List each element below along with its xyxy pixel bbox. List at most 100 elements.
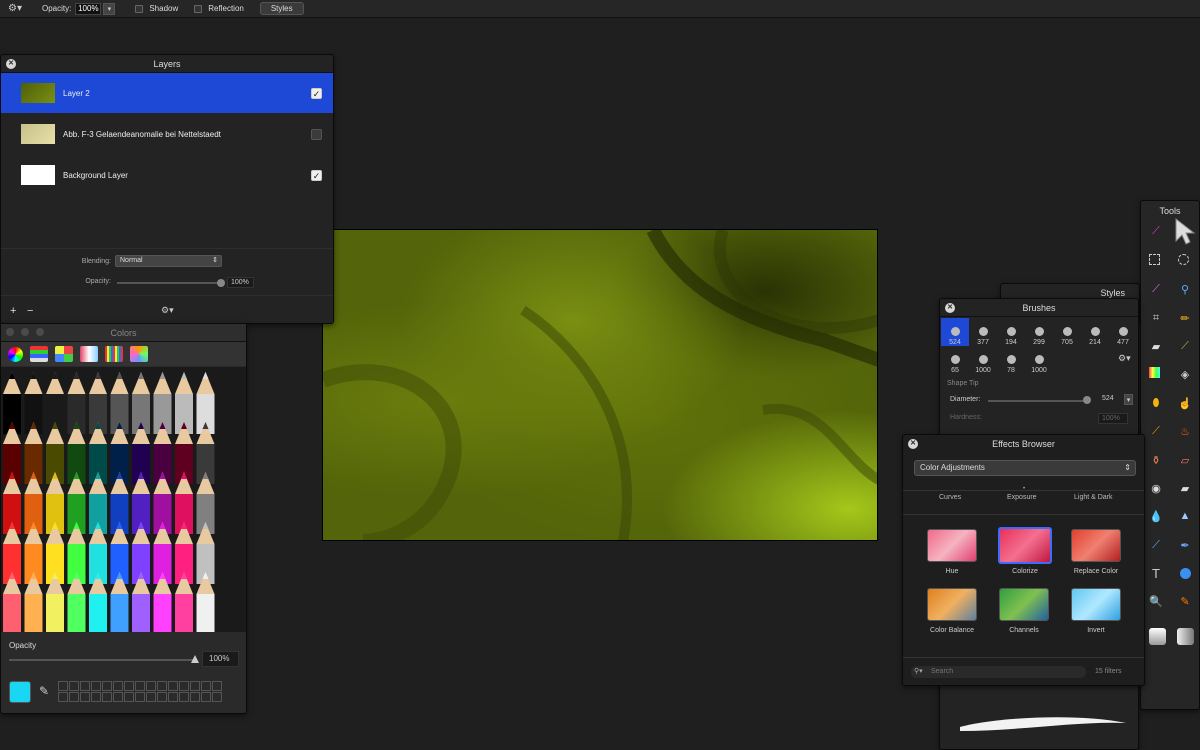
effect-color-balance-thumbnail[interactable] [927, 588, 977, 621]
effects-search-input[interactable] [911, 666, 1086, 678]
brush-preset[interactable]: 705 [1053, 318, 1081, 346]
paint-brush-icon[interactable]: ⟋ [1178, 339, 1192, 353]
remove-layer-button[interactable]: − [27, 305, 33, 317]
window-zoom-button[interactable] [36, 328, 44, 336]
color-opacity-field[interactable]: 100% [202, 651, 239, 667]
empty-swatch[interactable] [80, 692, 90, 702]
magic-wand-icon[interactable]: ⟋ [1149, 224, 1163, 238]
blur-drop-icon[interactable]: 💧 [1149, 509, 1163, 523]
pencil-body[interactable] [46, 594, 64, 632]
background-color-well[interactable] [1177, 628, 1194, 645]
pencil-body[interactable] [3, 594, 21, 632]
pencil-color-grid[interactable] [1, 367, 246, 632]
empty-swatch[interactable] [157, 692, 167, 702]
pencil-body[interactable] [89, 594, 107, 632]
empty-swatch[interactable] [69, 692, 79, 702]
opacity-dropdown-button[interactable]: ▾ [103, 2, 116, 15]
empty-swatch[interactable] [135, 681, 145, 691]
diameter-slider[interactable] [988, 400, 1088, 402]
brush-preset[interactable]: 377 [969, 318, 997, 346]
pencil-tool-icon[interactable]: ✏ [1178, 311, 1192, 325]
empty-swatch[interactable] [135, 692, 145, 702]
styles-button[interactable]: Styles [259, 2, 304, 15]
vector-pen-icon[interactable]: ✒ [1178, 538, 1192, 552]
eyedropper-icon[interactable]: ✎ [39, 684, 49, 698]
empty-swatch[interactable] [201, 681, 211, 691]
pencil-body[interactable] [110, 594, 129, 632]
empty-swatch[interactable] [212, 681, 222, 691]
empty-swatch[interactable] [146, 692, 156, 702]
empty-swatch[interactable] [179, 681, 189, 691]
eraser-icon[interactable]: ▰ [1149, 339, 1163, 353]
effect-tab-exposure[interactable]: Exposure [1007, 494, 1037, 501]
empty-swatch[interactable] [91, 681, 101, 691]
layer-opacity-slider[interactable] [117, 282, 221, 284]
pencil-body[interactable] [175, 594, 193, 632]
empty-swatch[interactable] [168, 681, 178, 691]
layer-visibility-checkbox[interactable]: ✓ [311, 87, 322, 99]
layer-options-gear-icon[interactable]: ⚙▾ [161, 305, 174, 316]
eraser-pink-icon[interactable]: ▰ [1178, 481, 1192, 495]
effect-tab-curves[interactable]: Curves [939, 494, 961, 501]
current-color-swatch[interactable] [9, 681, 31, 703]
pencil-body[interactable] [67, 594, 86, 632]
color-palettes-icon[interactable] [55, 346, 73, 362]
diameter-dropdown[interactable]: ▾ [1124, 394, 1133, 405]
image-palettes-icon[interactable] [80, 346, 98, 362]
empty-swatch[interactable] [91, 692, 101, 702]
stamp-icon[interactable]: ⚱ [1149, 453, 1163, 467]
effect-replace-color-thumbnail[interactable] [1071, 529, 1121, 562]
empty-swatch[interactable] [124, 681, 134, 691]
pencil-body[interactable] [153, 594, 172, 632]
effect-colorize-thumbnail[interactable] [998, 527, 1052, 564]
smudge-icon[interactable]: ☝ [1178, 396, 1192, 410]
sharpen-icon[interactable]: ▲ [1178, 509, 1192, 523]
color-opacity-slider[interactable] [9, 659, 195, 661]
brush-select-icon[interactable]: ⟋ [1149, 282, 1163, 296]
window-minimize-button[interactable] [21, 328, 29, 336]
pencil-body[interactable] [132, 594, 150, 632]
empty-swatch[interactable] [113, 692, 123, 702]
custom-palette-icon[interactable] [130, 346, 148, 362]
brush-preset[interactable]: 194 [997, 318, 1025, 346]
brush-preset[interactable]: 299 [1025, 318, 1053, 346]
window-close-button[interactable] [6, 328, 14, 336]
empty-swatch[interactable] [58, 692, 68, 702]
close-icon[interactable]: ✕ [6, 59, 16, 69]
layer-row[interactable]: Abb. F-3 Gelaendeanomalie bei Nettelstae… [1, 114, 333, 154]
effect-invert-thumbnail[interactable] [1071, 588, 1121, 621]
pencils-icon[interactable] [105, 346, 123, 362]
foreground-color-well[interactable] [1149, 628, 1166, 645]
effect-hue-thumbnail[interactable] [927, 529, 977, 562]
brush-options-gear-icon[interactable]: ⚙▾ [1118, 353, 1131, 364]
gear-menu-icon[interactable]: ⚙▾ [6, 2, 24, 16]
brush-preset[interactable]: 1000 [1025, 346, 1053, 374]
empty-swatch[interactable] [190, 692, 200, 702]
brush-preset[interactable]: 78 [997, 346, 1025, 374]
layer-opacity-field[interactable]: 100% [227, 277, 254, 288]
sponge-icon[interactable]: ⬮ [1149, 396, 1163, 410]
brush-preset[interactable]: 477 [1109, 318, 1137, 346]
burn-icon[interactable]: ⟋ [1149, 424, 1163, 438]
bandage-icon[interactable]: ▱ [1178, 453, 1192, 467]
empty-swatch[interactable] [212, 692, 222, 702]
ellipse-select-icon[interactable] [1178, 254, 1189, 265]
canvas-image[interactable] [322, 229, 878, 541]
gradient-icon[interactable] [1149, 367, 1160, 378]
color-picker-tool-icon[interactable]: ✎ [1178, 594, 1192, 608]
red-eye-icon[interactable]: ◉ [1149, 481, 1163, 495]
empty-swatch[interactable] [113, 681, 123, 691]
layer-visibility-checkbox[interactable] [311, 128, 322, 140]
pen-icon[interactable]: ⟋ [1149, 538, 1163, 552]
brush-preset[interactable]: 1000 [969, 346, 997, 374]
text-tool-icon[interactable]: T [1149, 566, 1163, 581]
crop-icon[interactable]: ⌗ [1149, 311, 1163, 325]
layer-row[interactable]: Layer 2 ✓ [1, 73, 333, 113]
brush-preset[interactable]: 524 [941, 318, 969, 346]
pencil-body[interactable] [196, 594, 215, 632]
lasso-icon[interactable]: ⚲ [1178, 282, 1192, 296]
brush-preset[interactable]: 65 [941, 346, 969, 374]
empty-swatch[interactable] [179, 692, 189, 702]
effect-channels-thumbnail[interactable] [999, 588, 1049, 621]
brush-preset[interactable]: 214 [1081, 318, 1109, 346]
